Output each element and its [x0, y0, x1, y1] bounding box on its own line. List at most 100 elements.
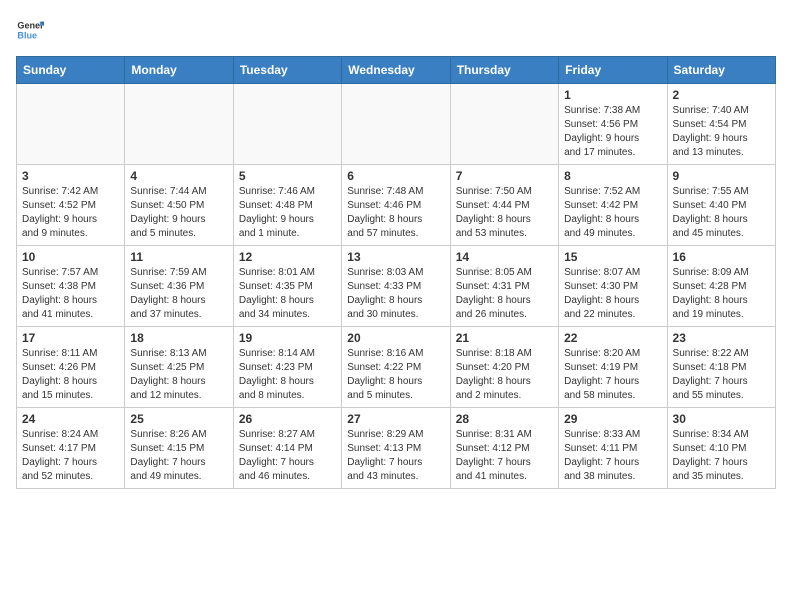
day-info: Sunrise: 8:18 AM Sunset: 4:20 PM Dayligh… [456, 347, 553, 403]
day-info: Sunrise: 8:07 AM Sunset: 4:30 PM Dayligh… [564, 266, 661, 322]
day-number: 18 [130, 331, 227, 345]
calendar-day-cell: 20 Sunrise: 8:16 AM Sunset: 4:22 PM Dayli… [342, 327, 450, 408]
weekday-header-wednesday: Wednesday [342, 57, 450, 84]
day-number: 7 [456, 169, 553, 183]
svg-text:Blue: Blue [17, 30, 37, 40]
day-number: 28 [456, 412, 553, 426]
calendar-day-cell [342, 84, 450, 165]
weekday-header-saturday: Saturday [667, 57, 775, 84]
calendar-day-cell: 5Sunrise: 7:46 AM Sunset: 4:48 PM Daylig… [233, 165, 341, 246]
day-info: Sunrise: 8:03 AM Sunset: 4:33 PM Dayligh… [347, 266, 444, 322]
day-info: Sunrise: 7:38 AM Sunset: 4:56 PM Dayligh… [564, 104, 661, 160]
day-info: Sunrise: 7:40 AM Sunset: 4:54 PM Dayligh… [673, 104, 770, 160]
day-number: 23 [673, 331, 770, 345]
day-info: Sunrise: 7:42 AM Sunset: 4:52 PM Dayligh… [22, 185, 119, 241]
weekday-header-friday: Friday [559, 57, 667, 84]
day-info: Sunrise: 8:05 AM Sunset: 4:31 PM Dayligh… [456, 266, 553, 322]
day-number: 11 [130, 250, 227, 264]
calendar-day-cell: 2 Sunrise: 7:40 AM Sunset: 4:54 PM Daylig… [667, 84, 775, 165]
day-number: 26 [239, 412, 336, 426]
day-number: 8 [564, 169, 661, 183]
calendar-day-cell: 21 Sunrise: 8:18 AM Sunset: 4:20 PM Dayli… [450, 327, 558, 408]
day-info: Sunrise: 7:46 AM Sunset: 4:48 PM Dayligh… [239, 185, 336, 241]
weekday-header-monday: Monday [125, 57, 233, 84]
day-number: 27 [347, 412, 444, 426]
calendar-table: SundayMondayTuesdayWednesdayThursdayFrid… [16, 56, 776, 489]
calendar-day-cell: 22 Sunrise: 8:20 AM Sunset: 4:19 PM Dayli… [559, 327, 667, 408]
calendar-day-cell: 4 Sunrise: 7:44 AM Sunset: 4:50 PM Daylig… [125, 165, 233, 246]
day-number: 9 [673, 169, 770, 183]
calendar-day-cell: 13 Sunrise: 8:03 AM Sunset: 4:33 PM Dayli… [342, 246, 450, 327]
calendar-week-row: 24Sunrise: 8:24 AM Sunset: 4:17 PM Dayli… [17, 408, 776, 489]
calendar-day-cell: 27Sunrise: 8:29 AM Sunset: 4:13 PM Dayli… [342, 408, 450, 489]
day-number: 29 [564, 412, 661, 426]
day-number: 3 [22, 169, 119, 183]
day-info: Sunrise: 7:48 AM Sunset: 4:46 PM Dayligh… [347, 185, 444, 241]
day-info: Sunrise: 7:50 AM Sunset: 4:44 PM Dayligh… [456, 185, 553, 241]
calendar-day-cell: 7 Sunrise: 7:50 AM Sunset: 4:44 PM Daylig… [450, 165, 558, 246]
day-number: 16 [673, 250, 770, 264]
calendar-day-cell: 6 Sunrise: 7:48 AM Sunset: 4:46 PM Daylig… [342, 165, 450, 246]
calendar-day-cell: 26 Sunrise: 8:27 AM Sunset: 4:14 PM Dayli… [233, 408, 341, 489]
day-info: Sunrise: 8:22 AM Sunset: 4:18 PM Dayligh… [673, 347, 770, 403]
day-number: 12 [239, 250, 336, 264]
calendar-week-row: 17Sunrise: 8:11 AM Sunset: 4:26 PM Dayli… [17, 327, 776, 408]
day-info: Sunrise: 7:52 AM Sunset: 4:42 PM Dayligh… [564, 185, 661, 241]
weekday-header-sunday: Sunday [17, 57, 125, 84]
day-info: Sunrise: 8:13 AM Sunset: 4:25 PM Dayligh… [130, 347, 227, 403]
day-info: Sunrise: 8:26 AM Sunset: 4:15 PM Dayligh… [130, 428, 227, 484]
calendar-day-cell [450, 84, 558, 165]
calendar-day-cell [17, 84, 125, 165]
day-info: Sunrise: 7:44 AM Sunset: 4:50 PM Dayligh… [130, 185, 227, 241]
calendar-day-cell: 23 Sunrise: 8:22 AM Sunset: 4:18 PM Dayli… [667, 327, 775, 408]
day-number: 25 [130, 412, 227, 426]
day-info: Sunrise: 7:55 AM Sunset: 4:40 PM Dayligh… [673, 185, 770, 241]
day-info: Sunrise: 8:31 AM Sunset: 4:12 PM Dayligh… [456, 428, 553, 484]
day-info: Sunrise: 7:59 AM Sunset: 4:36 PM Dayligh… [130, 266, 227, 322]
logo-icon: General Blue [16, 16, 44, 44]
day-number: 1 [564, 88, 661, 102]
day-info: Sunrise: 8:14 AM Sunset: 4:23 PM Dayligh… [239, 347, 336, 403]
calendar-day-cell: 8 Sunrise: 7:52 AM Sunset: 4:42 PM Daylig… [559, 165, 667, 246]
day-info: Sunrise: 8:27 AM Sunset: 4:14 PM Dayligh… [239, 428, 336, 484]
day-info: Sunrise: 8:24 AM Sunset: 4:17 PM Dayligh… [22, 428, 119, 484]
calendar-day-cell: 11 Sunrise: 7:59 AM Sunset: 4:36 PM Dayli… [125, 246, 233, 327]
calendar-day-cell [233, 84, 341, 165]
calendar-day-cell: 17Sunrise: 8:11 AM Sunset: 4:26 PM Dayli… [17, 327, 125, 408]
calendar-week-row: 10 Sunrise: 7:57 AM Sunset: 4:38 PM Dayli… [17, 246, 776, 327]
calendar-day-cell: 29 Sunrise: 8:33 AM Sunset: 4:11 PM Dayli… [559, 408, 667, 489]
calendar-week-row: 1 Sunrise: 7:38 AM Sunset: 4:56 PM Daylig… [17, 84, 776, 165]
logo: General Blue [16, 16, 48, 44]
day-number: 17 [22, 331, 119, 345]
calendar-day-cell: 30 Sunrise: 8:34 AM Sunset: 4:10 PM Dayli… [667, 408, 775, 489]
day-number: 19 [239, 331, 336, 345]
calendar-day-cell: 10 Sunrise: 7:57 AM Sunset: 4:38 PM Dayli… [17, 246, 125, 327]
calendar-day-cell: 9 Sunrise: 7:55 AM Sunset: 4:40 PM Daylig… [667, 165, 775, 246]
day-info: Sunrise: 8:16 AM Sunset: 4:22 PM Dayligh… [347, 347, 444, 403]
day-number: 10 [22, 250, 119, 264]
day-number: 13 [347, 250, 444, 264]
day-number: 15 [564, 250, 661, 264]
calendar-day-cell: 16Sunrise: 8:09 AM Sunset: 4:28 PM Dayli… [667, 246, 775, 327]
day-number: 22 [564, 331, 661, 345]
calendar-day-cell: 3 Sunrise: 7:42 AM Sunset: 4:52 PM Daylig… [17, 165, 125, 246]
day-info: Sunrise: 8:34 AM Sunset: 4:10 PM Dayligh… [673, 428, 770, 484]
day-number: 4 [130, 169, 227, 183]
weekday-header-thursday: Thursday [450, 57, 558, 84]
day-info: Sunrise: 8:20 AM Sunset: 4:19 PM Dayligh… [564, 347, 661, 403]
calendar-day-cell: 14Sunrise: 8:05 AM Sunset: 4:31 PM Dayli… [450, 246, 558, 327]
day-number: 30 [673, 412, 770, 426]
day-number: 2 [673, 88, 770, 102]
day-number: 6 [347, 169, 444, 183]
day-info: Sunrise: 8:33 AM Sunset: 4:11 PM Dayligh… [564, 428, 661, 484]
day-number: 20 [347, 331, 444, 345]
calendar-day-cell [125, 84, 233, 165]
calendar-day-cell: 24Sunrise: 8:24 AM Sunset: 4:17 PM Dayli… [17, 408, 125, 489]
calendar-day-cell: 1 Sunrise: 7:38 AM Sunset: 4:56 PM Daylig… [559, 84, 667, 165]
weekday-header-tuesday: Tuesday [233, 57, 341, 84]
day-info: Sunrise: 7:57 AM Sunset: 4:38 PM Dayligh… [22, 266, 119, 322]
calendar-day-cell: 28 Sunrise: 8:31 AM Sunset: 4:12 PM Dayli… [450, 408, 558, 489]
day-info: Sunrise: 8:01 AM Sunset: 4:35 PM Dayligh… [239, 266, 336, 322]
calendar-day-cell: 12 Sunrise: 8:01 AM Sunset: 4:35 PM Dayli… [233, 246, 341, 327]
day-number: 21 [456, 331, 553, 345]
